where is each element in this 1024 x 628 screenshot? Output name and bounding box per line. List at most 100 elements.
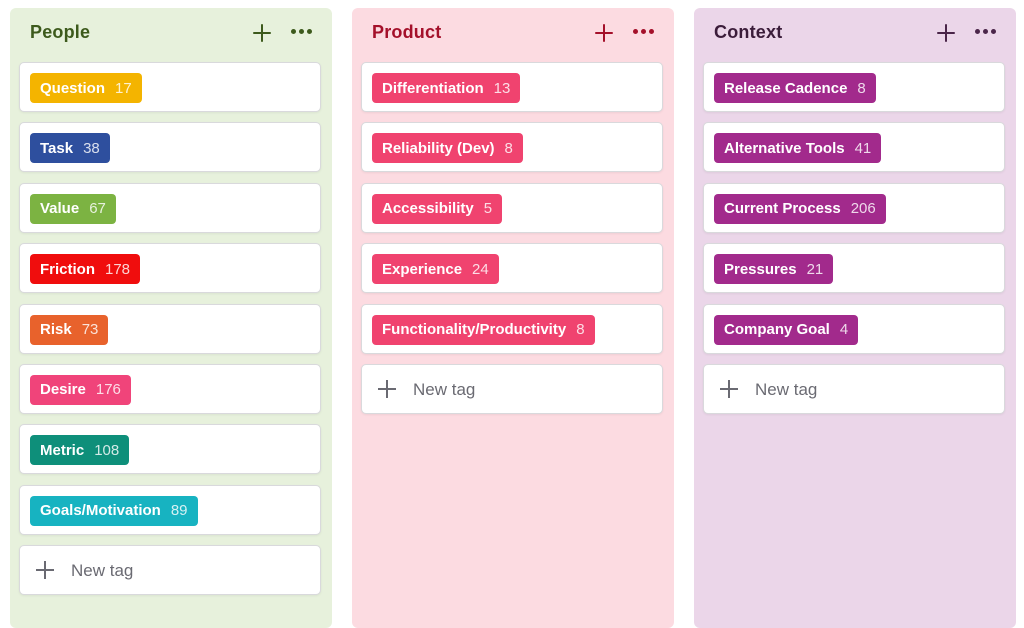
add-tag-plus-icon[interactable] xyxy=(252,23,272,43)
tag-card[interactable]: Question 17 xyxy=(19,62,321,112)
new-tag-label: New tag xyxy=(71,561,134,581)
tag-count: 176 xyxy=(95,381,121,399)
column-people: People Question 17 Task 38 Value 67 Frictio… xyxy=(10,8,332,628)
tag-label: Current Process xyxy=(724,200,841,218)
tag-card[interactable]: Pressures 21 xyxy=(703,243,1005,294)
tag-count: 38 xyxy=(83,139,100,157)
tag-label: Goals/Motivation xyxy=(40,502,161,520)
more-options-icon[interactable] xyxy=(632,27,656,37)
tag-card[interactable]: Risk 73 xyxy=(19,303,321,354)
tag-count: 89 xyxy=(170,502,188,520)
column-header: People xyxy=(10,8,332,58)
tag-card[interactable]: Company Goal 4 xyxy=(703,303,1005,354)
tag-label: Pressures xyxy=(724,260,797,278)
tag-list: Differentiation 13 Reliability (Dev) 8 Acc… xyxy=(361,62,665,424)
tag-chip[interactable]: Pressures 21 xyxy=(714,254,834,285)
tag-card[interactable]: Alternative Tools 41 xyxy=(703,122,1005,173)
tag-card[interactable]: Accessibility 5 xyxy=(361,182,663,233)
tag-chip[interactable]: Functionality/Productivity 8 xyxy=(372,314,595,345)
tag-label: Question xyxy=(40,79,106,97)
tag-label: Desire xyxy=(40,381,86,399)
tag-count: 4 xyxy=(839,321,849,339)
tag-label: Company Goal xyxy=(724,321,830,339)
tag-card[interactable]: Metric 108 xyxy=(19,424,321,475)
tag-board: People Question 17 Task 38 Value 67 Frictio… xyxy=(0,0,1024,628)
tag-label: Task xyxy=(40,139,74,157)
tag-label: Value xyxy=(40,200,80,218)
column-product: Product Differentiation 13 Reliability (D… xyxy=(352,8,674,628)
tag-chip[interactable]: Desire 176 xyxy=(30,374,131,405)
tag-label: Friction xyxy=(40,260,95,278)
plus-icon xyxy=(378,379,396,398)
tag-card[interactable]: Desire 176 xyxy=(19,363,321,414)
tag-card[interactable]: Differentiation 13 xyxy=(361,62,663,112)
tag-card[interactable]: Goals/Motivation 89 xyxy=(19,484,321,535)
plus-icon xyxy=(36,561,54,580)
tag-count: 73 xyxy=(81,321,99,339)
tag-label: Accessibility xyxy=(382,200,474,218)
tag-chip[interactable]: Value 67 xyxy=(30,193,116,224)
tag-count: 8 xyxy=(576,321,585,339)
new-tag-button[interactable]: New tag xyxy=(361,363,663,414)
tag-list: Question 17 Task 38 Value 67 Friction 178 Ri… xyxy=(19,62,323,606)
tag-count: 108 xyxy=(94,441,120,459)
column-header: Product xyxy=(352,8,674,58)
column-context: Context Release Cadence 8 Alternative Too… xyxy=(694,8,1016,628)
tag-label: Release Cadence xyxy=(724,79,848,97)
tag-chip[interactable]: Company Goal 4 xyxy=(714,314,859,345)
tag-label: Alternative Tools xyxy=(724,139,845,157)
tag-card[interactable]: Value 67 xyxy=(19,182,321,233)
tag-count: 178 xyxy=(105,260,131,278)
tag-count: 13 xyxy=(493,79,511,97)
more-options-icon[interactable] xyxy=(974,27,998,37)
tag-list: Release Cadence 8 Alternative Tools 41 Cur… xyxy=(703,62,1007,424)
tag-chip[interactable]: Question 17 xyxy=(30,73,142,103)
tag-count: 17 xyxy=(115,79,132,97)
plus-icon xyxy=(720,379,738,398)
tag-chip[interactable]: Metric 108 xyxy=(30,435,130,466)
tag-chip[interactable]: Accessibility 5 xyxy=(372,193,503,224)
tag-card[interactable]: Reliability (Dev) 8 xyxy=(361,122,663,173)
tag-count: 24 xyxy=(472,260,489,278)
column-title: Product xyxy=(372,22,442,42)
tag-label: Reliability (Dev) xyxy=(382,139,495,157)
column-title: Context xyxy=(714,22,783,42)
tag-card[interactable]: Release Cadence 8 xyxy=(703,62,1005,112)
tag-chip[interactable]: Experience 24 xyxy=(372,254,499,285)
new-tag-button[interactable]: New tag xyxy=(19,545,321,596)
column-header: Context xyxy=(694,8,1016,58)
tag-chip[interactable]: Reliability (Dev) 8 xyxy=(372,133,523,164)
tag-chip[interactable]: Current Process 206 xyxy=(714,193,886,224)
tag-chip[interactable]: Alternative Tools 41 xyxy=(714,133,882,164)
new-tag-button[interactable]: New tag xyxy=(703,363,1005,414)
tag-card[interactable]: Friction 178 xyxy=(19,243,321,294)
tag-label: Experience xyxy=(382,260,463,278)
tag-count: 67 xyxy=(89,200,106,218)
tag-card[interactable]: Functionality/Productivity 8 xyxy=(361,303,663,354)
tag-count: 5 xyxy=(483,200,493,218)
new-tag-label: New tag xyxy=(413,379,476,399)
tag-count: 8 xyxy=(504,139,513,157)
tag-count: 206 xyxy=(850,200,876,218)
tag-label: Differentiation xyxy=(382,79,484,97)
tag-count: 8 xyxy=(857,79,866,97)
tag-chip[interactable]: Task 38 xyxy=(30,133,110,164)
tag-card[interactable]: Task 38 xyxy=(19,122,321,173)
tag-chip[interactable]: Release Cadence 8 xyxy=(714,73,876,103)
add-tag-plus-icon[interactable] xyxy=(936,23,956,43)
tag-count: 21 xyxy=(806,260,824,278)
tag-chip[interactable]: Goals/Motivation 89 xyxy=(30,495,198,526)
more-options-icon[interactable] xyxy=(290,27,314,37)
tag-chip[interactable]: Risk 73 xyxy=(30,314,109,345)
column-title: People xyxy=(30,22,91,42)
tag-card[interactable]: Experience 24 xyxy=(361,243,663,294)
tag-count: 41 xyxy=(854,139,872,157)
tag-label: Risk xyxy=(40,321,72,339)
add-tag-plus-icon[interactable] xyxy=(594,23,614,43)
tag-chip[interactable]: Friction 178 xyxy=(30,254,141,285)
tag-label: Metric xyxy=(40,441,85,459)
tag-card[interactable]: Current Process 206 xyxy=(703,182,1005,233)
new-tag-label: New tag xyxy=(755,379,818,399)
tag-chip[interactable]: Differentiation 13 xyxy=(372,73,521,103)
tag-label: Functionality/Productivity xyxy=(382,321,567,339)
